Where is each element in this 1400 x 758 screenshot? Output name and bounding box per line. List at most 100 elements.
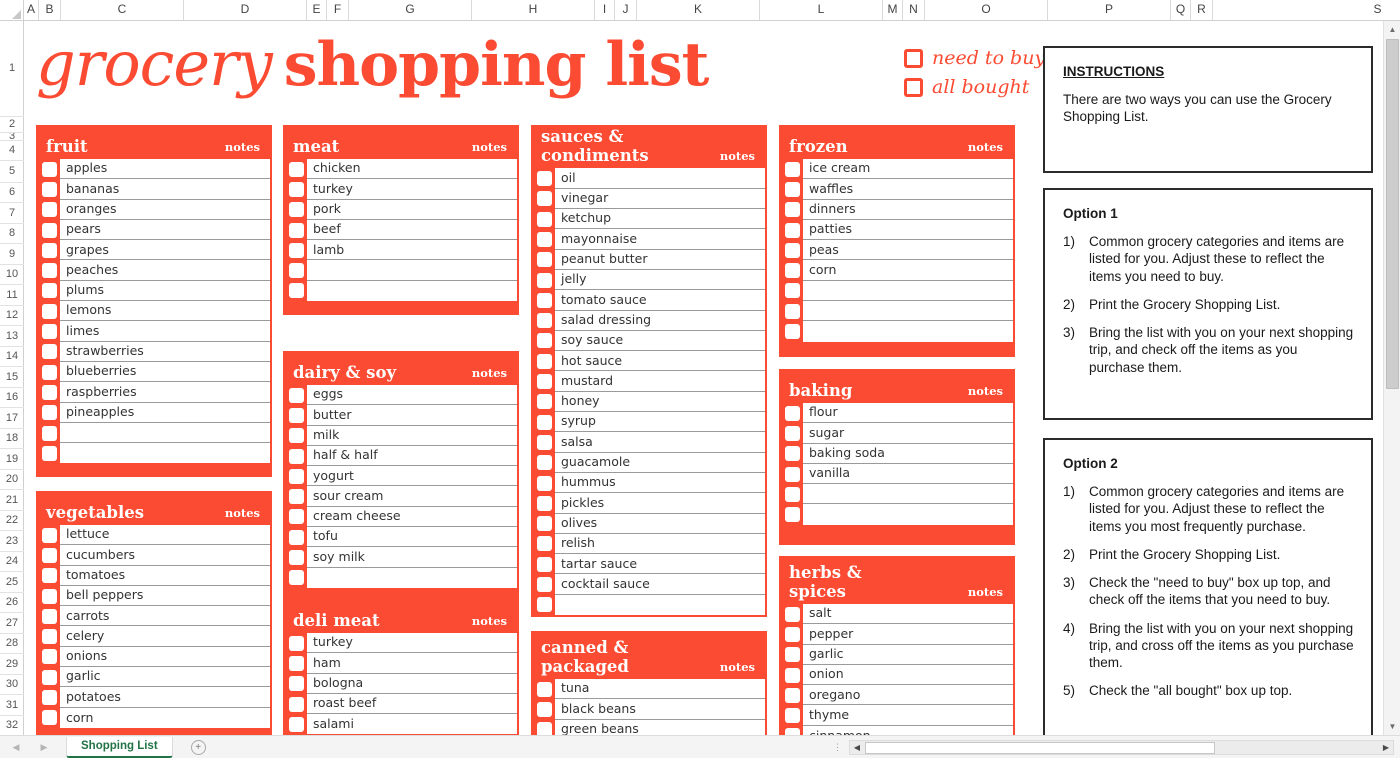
- item-name-cell[interactable]: half & half: [307, 446, 517, 466]
- checkbox-icon[interactable]: [785, 263, 800, 278]
- item-name-cell[interactable]: pickles: [555, 493, 765, 513]
- list-item[interactable]: black beans: [533, 699, 765, 719]
- item-checkbox-cell[interactable]: [38, 159, 60, 179]
- checkbox-icon[interactable]: [537, 455, 552, 470]
- item-checkbox-cell[interactable]: [285, 426, 307, 446]
- item-name-cell[interactable]: tartar sauce: [555, 554, 765, 574]
- item-name-cell[interactable]: blueberries: [60, 362, 270, 382]
- row-header-10[interactable]: 10: [0, 265, 24, 285]
- item-name-cell[interactable]: baking soda: [803, 444, 1013, 464]
- checkbox-icon[interactable]: [537, 212, 552, 227]
- item-name-cell[interactable]: roast beef: [307, 694, 517, 714]
- checkbox-icon[interactable]: [289, 717, 304, 732]
- item-checkbox-cell[interactable]: [533, 720, 555, 735]
- list-item[interactable]: lettuce: [38, 525, 270, 545]
- item-name-cell[interactable]: soy sauce: [555, 331, 765, 351]
- checkbox-icon[interactable]: [785, 446, 800, 461]
- item-checkbox-cell[interactable]: [285, 405, 307, 425]
- checkbox-icon[interactable]: [537, 682, 552, 697]
- checkbox-icon[interactable]: [537, 476, 552, 491]
- item-blank-cell[interactable]: [803, 321, 1013, 341]
- vertical-scrollbar[interactable]: ▲ ▼: [1383, 21, 1400, 735]
- checkbox-icon[interactable]: [42, 223, 57, 238]
- checkbox-icon[interactable]: [537, 536, 552, 551]
- list-item[interactable]: [285, 281, 517, 301]
- list-item[interactable]: yogurt: [285, 466, 517, 486]
- list-item[interactable]: honey: [533, 392, 765, 412]
- list-item[interactable]: butter: [285, 405, 517, 425]
- checkbox-icon[interactable]: [785, 647, 800, 662]
- item-checkbox-cell[interactable]: [781, 403, 803, 423]
- list-item[interactable]: guacamole: [533, 453, 765, 473]
- item-blank-cell[interactable]: [803, 301, 1013, 321]
- checkbox-icon[interactable]: [42, 609, 57, 624]
- row-header-26[interactable]: 26: [0, 593, 24, 613]
- checkbox-icon[interactable]: [537, 293, 552, 308]
- item-checkbox-cell[interactable]: [781, 260, 803, 280]
- row-header-7[interactable]: 7: [0, 203, 24, 224]
- item-checkbox-cell[interactable]: [781, 484, 803, 504]
- list-item[interactable]: garlic: [781, 645, 1013, 665]
- item-checkbox-cell[interactable]: [781, 159, 803, 179]
- list-item[interactable]: [533, 595, 765, 615]
- list-item[interactable]: olives: [533, 514, 765, 534]
- list-item[interactable]: ice cream: [781, 159, 1013, 179]
- column-header-c[interactable]: C: [61, 0, 184, 20]
- item-name-cell[interactable]: yogurt: [307, 466, 517, 486]
- list-item[interactable]: eggs: [285, 385, 517, 405]
- worksheet-grid[interactable]: groceryshopping list need to buy all bou…: [24, 21, 1376, 735]
- item-name-cell[interactable]: honey: [555, 392, 765, 412]
- checkbox-icon[interactable]: [904, 78, 923, 97]
- list-item[interactable]: oregano: [781, 685, 1013, 705]
- item-name-cell[interactable]: mayonnaise: [555, 229, 765, 249]
- item-name-cell[interactable]: salami: [307, 714, 517, 734]
- checkbox-icon[interactable]: [42, 528, 57, 543]
- item-name-cell[interactable]: pineapples: [60, 403, 270, 423]
- checkbox-icon[interactable]: [785, 243, 800, 258]
- item-name-cell[interactable]: carrots: [60, 606, 270, 626]
- item-checkbox-cell[interactable]: [38, 687, 60, 707]
- row-header-21[interactable]: 21: [0, 490, 24, 511]
- checkbox-icon[interactable]: [289, 243, 304, 258]
- checkbox-icon[interactable]: [289, 428, 304, 443]
- item-name-cell[interactable]: lemons: [60, 301, 270, 321]
- item-checkbox-cell[interactable]: [781, 423, 803, 443]
- item-checkbox-cell[interactable]: [38, 443, 60, 463]
- checkbox-icon[interactable]: [537, 252, 552, 267]
- checkbox-icon[interactable]: [785, 728, 800, 735]
- item-checkbox-cell[interactable]: [285, 260, 307, 280]
- item-checkbox-cell[interactable]: [285, 674, 307, 694]
- item-checkbox-cell[interactable]: [38, 260, 60, 280]
- column-header-m[interactable]: M: [883, 0, 903, 20]
- item-blank-cell[interactable]: [60, 423, 270, 443]
- list-item[interactable]: [38, 423, 270, 443]
- item-checkbox-cell[interactable]: [285, 240, 307, 260]
- checkbox-icon[interactable]: [42, 385, 57, 400]
- toggle-all-bought[interactable]: all bought: [904, 76, 1045, 98]
- column-header-o[interactable]: O: [925, 0, 1048, 20]
- item-name-cell[interactable]: oil: [555, 168, 765, 188]
- item-name-cell[interactable]: sugar: [803, 423, 1013, 443]
- item-checkbox-cell[interactable]: [285, 281, 307, 301]
- item-name-cell[interactable]: peaches: [60, 260, 270, 280]
- item-checkbox-cell[interactable]: [533, 189, 555, 209]
- scroll-right-icon[interactable]: ▶: [1379, 743, 1393, 752]
- item-checkbox-cell[interactable]: [38, 525, 60, 545]
- item-checkbox-cell[interactable]: [38, 321, 60, 341]
- item-name-cell[interactable]: pork: [307, 200, 517, 220]
- row-header-20[interactable]: 20: [0, 470, 24, 490]
- list-item[interactable]: waffles: [781, 179, 1013, 199]
- item-blank-cell[interactable]: [803, 504, 1013, 524]
- item-checkbox-cell[interactable]: [533, 270, 555, 290]
- item-checkbox-cell[interactable]: [533, 699, 555, 719]
- item-checkbox-cell[interactable]: [533, 311, 555, 331]
- item-name-cell[interactable]: vinegar: [555, 189, 765, 209]
- list-item[interactable]: mayonnaise: [533, 229, 765, 249]
- item-name-cell[interactable]: corn: [60, 708, 270, 728]
- item-name-cell[interactable]: salad dressing: [555, 311, 765, 331]
- item-checkbox-cell[interactable]: [533, 679, 555, 699]
- item-name-cell[interactable]: eggs: [307, 385, 517, 405]
- list-item[interactable]: patties: [781, 220, 1013, 240]
- item-name-cell[interactable]: raspberries: [60, 382, 270, 402]
- checkbox-icon[interactable]: [537, 394, 552, 409]
